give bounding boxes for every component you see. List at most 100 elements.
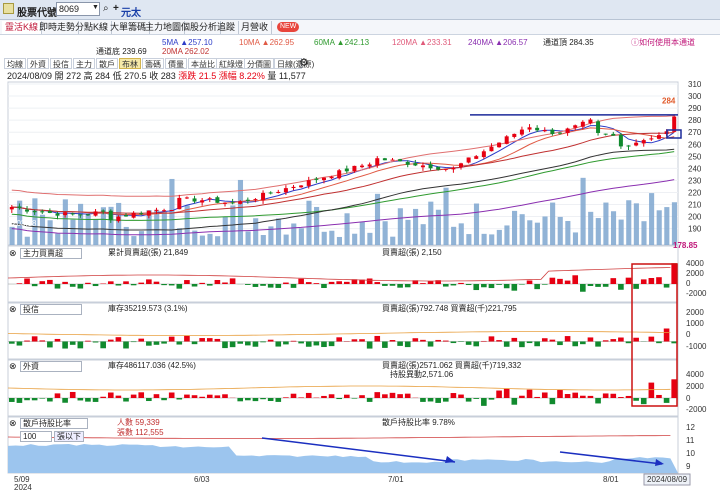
candle-body: [565, 128, 570, 134]
price-tick-label: 210: [688, 201, 702, 210]
sub-tick-label: 0: [686, 279, 691, 288]
candle-body: [413, 163, 418, 166]
retail-count-line: [7, 435, 671, 439]
foreign-net-bar: [39, 398, 46, 399]
candle-body: [649, 138, 654, 140]
foreign-net-bar: [336, 398, 342, 400]
price-tick-label: 310: [688, 80, 702, 89]
price-tick-label: 300: [688, 92, 702, 101]
foreign-net-bar: [275, 398, 282, 402]
volume-bar: [359, 221, 365, 245]
trust-net-bar: [420, 339, 426, 342]
trust-panel-select[interactable]: 投信: [20, 304, 82, 315]
foreign-net-bar: [146, 398, 152, 402]
trust-net-bar: [313, 341, 320, 346]
volume-bar: [649, 193, 655, 245]
candle-body: [489, 146, 494, 152]
volume-bar: [443, 187, 449, 245]
foreign-panel-select[interactable]: 外資: [20, 361, 82, 372]
trust-net-bar: [511, 337, 518, 342]
main-net-bar: [549, 277, 556, 284]
foreign-net-bar: [77, 398, 84, 401]
main-panel-name: 主力買賣超: [23, 249, 63, 258]
trust-net-bar: [359, 339, 365, 342]
retail-count-label: 人數 59,339: [117, 418, 160, 427]
foreign-net-bar: [161, 398, 167, 401]
main-net-bar: [663, 284, 670, 288]
main-net-bar: [465, 284, 472, 286]
trust-net-bar: [191, 341, 198, 345]
candle-body: [215, 197, 220, 203]
volume-bar: [352, 233, 358, 245]
main-net-bar: [610, 278, 617, 284]
volume-bar: [253, 218, 259, 245]
candle-body: [47, 210, 52, 213]
main-net-bar: [229, 278, 236, 284]
candle-body: [177, 197, 182, 210]
trust-net-bar: [267, 339, 274, 342]
foreign-net-bar: [442, 398, 449, 402]
retail-size-select[interactable]: 100: [20, 431, 52, 442]
candle-body: [459, 163, 464, 168]
volume-bar: [93, 219, 99, 245]
volume-bar: [542, 216, 548, 245]
trust-net-bar: [275, 341, 282, 347]
trust-net-bar: [176, 341, 183, 345]
foreign-net-bar: [640, 398, 647, 405]
trust-net-bar: [351, 339, 358, 342]
trust-net-bar: [336, 337, 342, 342]
candle-body: [527, 127, 532, 130]
main-net-bar: [54, 284, 61, 289]
close-icon[interactable]: ⊗: [9, 248, 17, 258]
close-icon[interactable]: ⊗: [9, 304, 17, 314]
main-net-bar: [625, 277, 632, 284]
candle-body: [101, 210, 106, 212]
foreign-net-bar: [496, 390, 502, 398]
foreign-net-bar: [107, 392, 114, 398]
trust-net-bar: [9, 341, 15, 344]
trust-net-bar: [321, 341, 327, 348]
retail-lots-label: 張數 112,555: [117, 428, 164, 437]
candle-body: [443, 168, 448, 170]
close-icon[interactable]: ⊗: [9, 418, 17, 428]
retail-mode-button[interactable]: 張以下: [54, 431, 84, 442]
foreign-net-bar: [541, 392, 548, 398]
main-net-bar: [77, 284, 84, 289]
candle-body: [512, 133, 517, 137]
candle-body: [9, 206, 14, 210]
main-net-bar: [633, 284, 639, 289]
volume-bar: [626, 200, 632, 245]
foreign-net-bar: [465, 398, 472, 402]
retail-panel-select[interactable]: 散戶持股比率: [20, 418, 88, 429]
foreign-net-bar: [587, 395, 594, 398]
volume-bar: [420, 224, 426, 245]
candle-body: [291, 186, 296, 189]
foreign-net-bar: [633, 398, 639, 401]
candle-body: [17, 206, 22, 209]
foreign-net-bar: [435, 398, 441, 403]
main-net-bar: [290, 284, 297, 288]
candle-body: [116, 216, 121, 222]
volume-bar: [245, 231, 251, 245]
trust-net-bar: [534, 341, 540, 347]
foreign-net-bar: [328, 394, 335, 398]
foreign-net-bar: [549, 398, 556, 405]
close-icon[interactable]: ⊗: [9, 361, 17, 371]
trust-net-bar: [572, 341, 579, 347]
main-net-bar: [298, 278, 304, 284]
sub-tick-label: 10: [686, 449, 695, 458]
foreign-net-bar: [47, 398, 53, 402]
volume-bar: [413, 208, 419, 245]
volume-bar: [512, 210, 518, 245]
foreign-net-bar: [69, 391, 76, 398]
volume-bar: [78, 203, 84, 245]
volume-bar: [618, 219, 624, 245]
candle-body: [519, 129, 524, 135]
main-net-bar: [557, 278, 563, 284]
sub-tick-label: 2000: [686, 269, 704, 278]
main-panel-select[interactable]: 主力買賣超: [20, 248, 82, 259]
trust-net-bar: [54, 338, 61, 342]
volume-bar: [671, 202, 677, 245]
candle-body: [146, 210, 151, 216]
foreign-net-bar: [267, 398, 274, 402]
